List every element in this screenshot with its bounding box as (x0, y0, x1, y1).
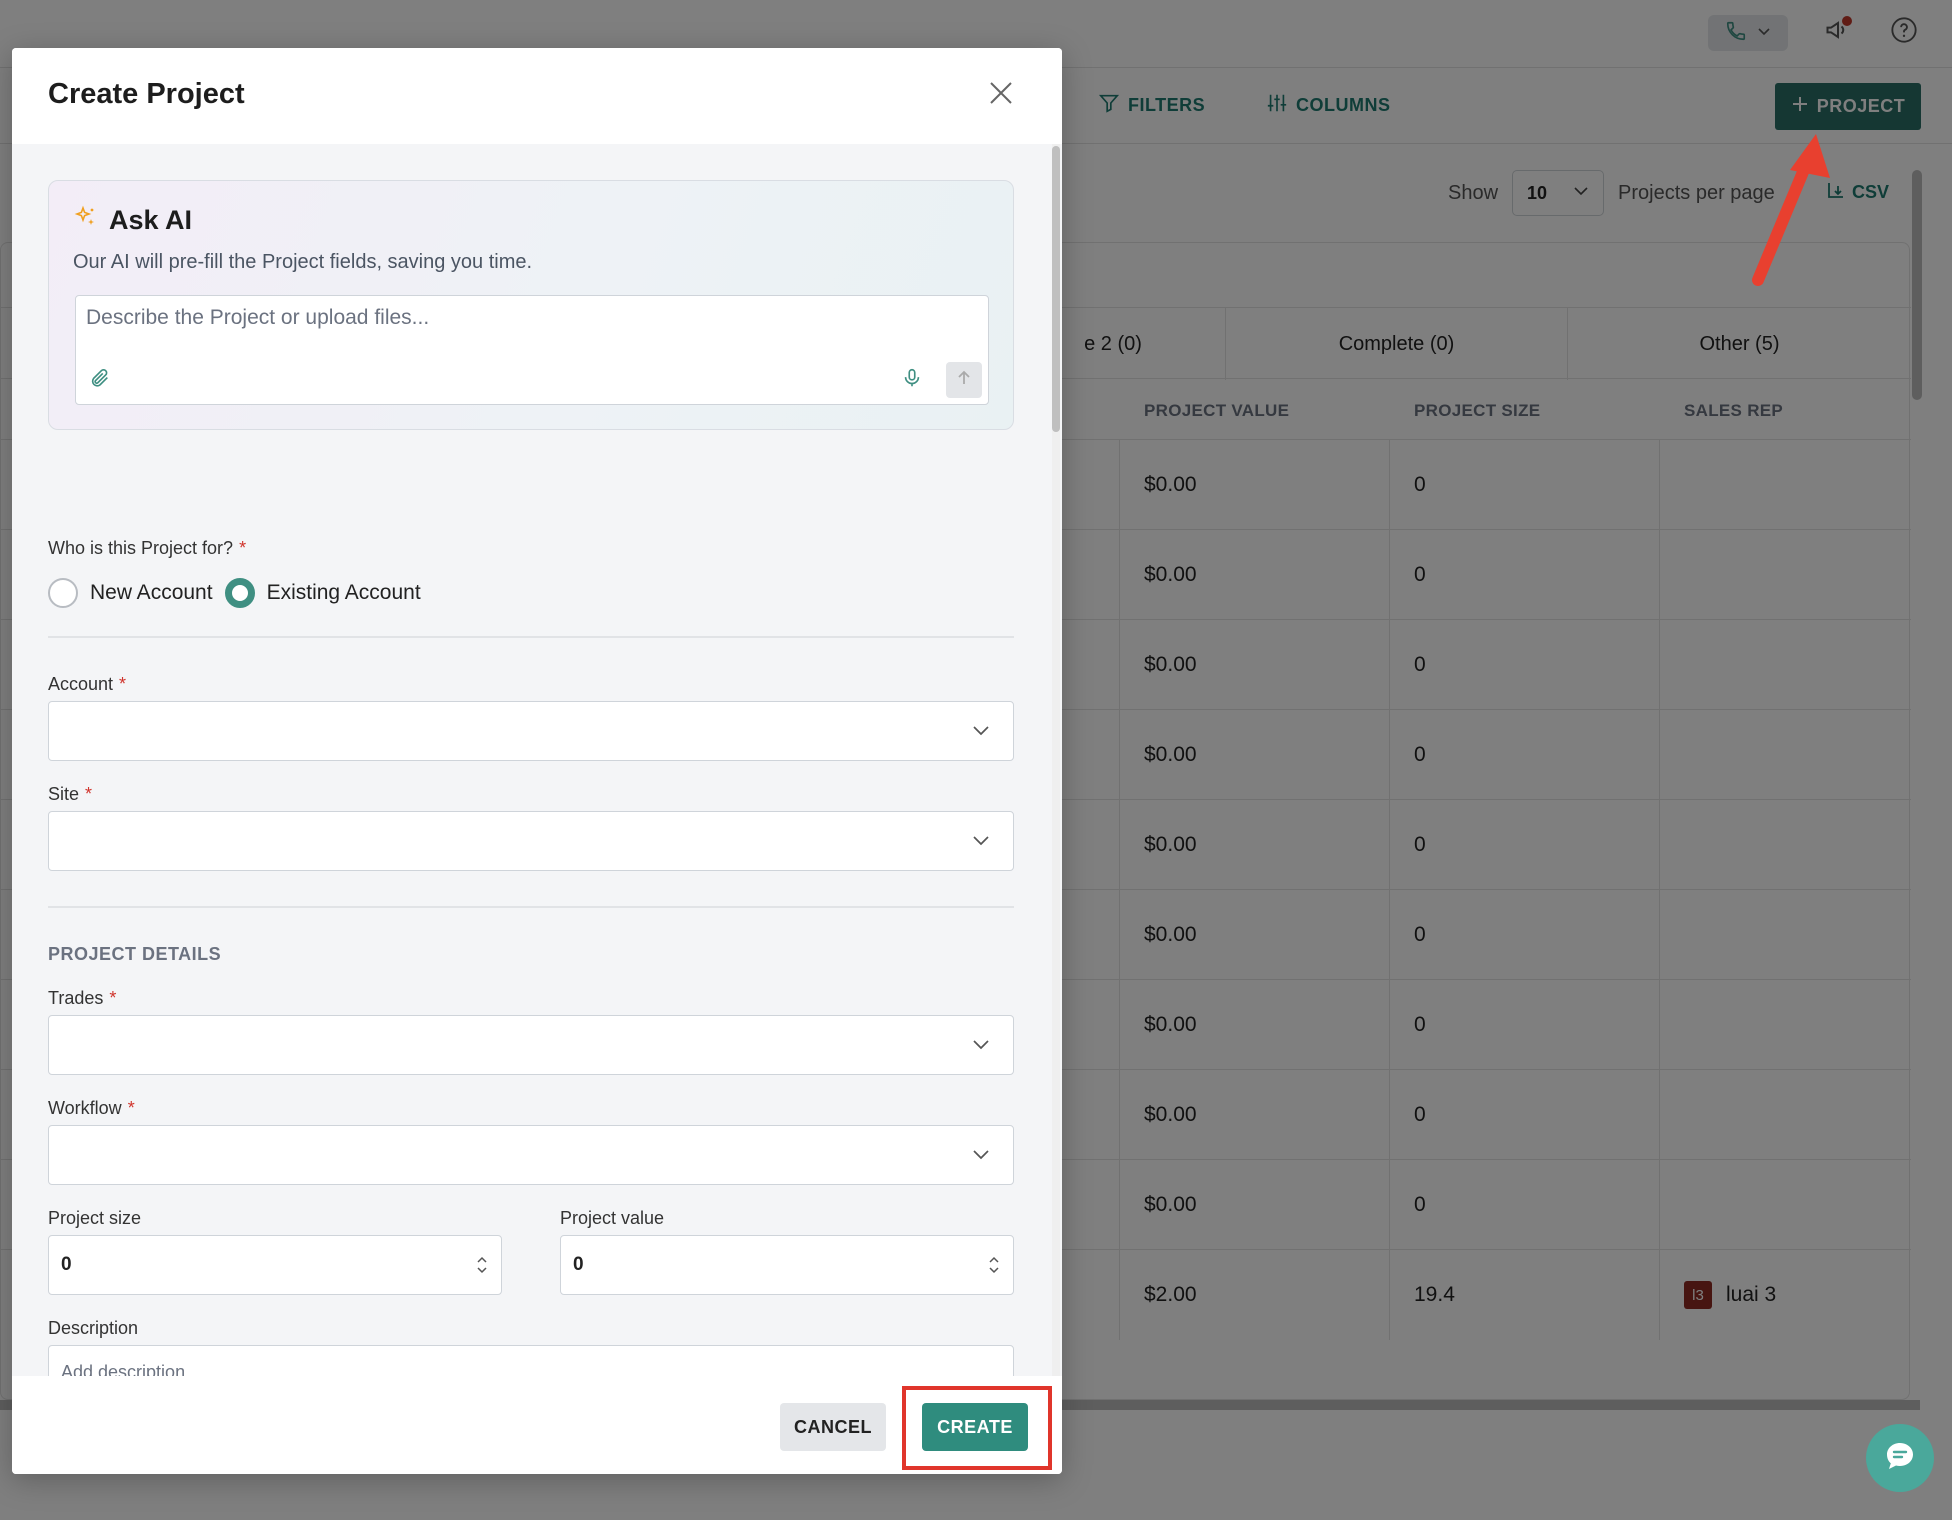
required-mark: * (109, 988, 117, 1008)
project-size-input-box (48, 1235, 502, 1295)
radio-new-account-label[interactable]: New Account (90, 581, 213, 605)
ask-ai-subtitle: Our AI will pre-fill the Project fields,… (73, 251, 533, 273)
divider (48, 906, 1014, 908)
voice-input-button[interactable] (898, 366, 926, 394)
radio-new-account[interactable] (48, 578, 78, 608)
modal-scrollbar-thumb[interactable] (1052, 146, 1060, 432)
workflow-label: Workflow * (48, 1098, 135, 1119)
project-value-input[interactable] (573, 1236, 953, 1294)
required-mark: * (85, 784, 93, 804)
arrow-up-icon (955, 369, 973, 391)
project-value-label: Project value (560, 1208, 665, 1228)
account-label-text: Account (48, 674, 114, 694)
description-label: Description (48, 1318, 139, 1338)
who-for-label: Who is this Project for? * (48, 538, 246, 559)
project-size-label: Project size (48, 1208, 142, 1228)
project-details-heading: PROJECT DETAILS (48, 944, 222, 964)
who-for-radio-group: New Account Existing Account (48, 578, 421, 608)
account-label: Account * (48, 674, 126, 695)
chevron-down-icon (971, 830, 991, 854)
ask-ai-card: Ask AI Our AI will pre-fill the Project … (48, 180, 1014, 430)
site-label: Site * (48, 784, 92, 805)
account-select[interactable] (48, 701, 1014, 761)
modal-body: Ask AI Our AI will pre-fill the Project … (12, 144, 1062, 1376)
annotation-arrow (1752, 134, 1830, 286)
required-mark: * (239, 538, 247, 558)
chat-icon (1883, 1439, 1917, 1477)
description-input[interactable] (61, 1362, 991, 1376)
radio-existing-account-label[interactable]: Existing Account (267, 581, 421, 605)
site-label-text: Site (48, 784, 80, 804)
attach-files-button[interactable] (86, 366, 114, 394)
chevron-down-icon (971, 1144, 991, 1168)
ask-ai-input-box (75, 295, 989, 405)
create-project-modal: Create Project Ask AI Our AI will pre-fi… (12, 48, 1062, 1474)
divider (48, 636, 1014, 638)
ask-ai-title-text: Ask AI (109, 205, 193, 235)
project-size-input[interactable] (61, 1236, 441, 1294)
chat-support-button[interactable] (1866, 1424, 1934, 1492)
trades-label: Trades * (48, 988, 116, 1009)
project-value-input-box (560, 1235, 1014, 1295)
required-mark: * (127, 1098, 135, 1118)
create-button[interactable]: CREATE (922, 1403, 1028, 1451)
who-for-label-text: Who is this Project for? (48, 538, 234, 558)
workflow-label-text: Workflow (48, 1098, 122, 1118)
stepper-icon[interactable] (475, 1254, 489, 1280)
paperclip-icon (89, 367, 111, 393)
sparkle-icon (73, 205, 97, 236)
send-ai-button[interactable] (946, 362, 982, 398)
chevron-down-icon (971, 720, 991, 744)
modal-header: Create Project (12, 48, 1062, 144)
close-icon (988, 80, 1014, 110)
ask-ai-title: Ask AI (73, 205, 192, 236)
trades-select[interactable] (48, 1015, 1014, 1075)
workflow-select[interactable] (48, 1125, 1014, 1185)
trades-label-text: Trades (48, 988, 104, 1008)
required-mark: * (119, 674, 127, 694)
ask-ai-input[interactable] (86, 306, 966, 346)
modal-title: Create Project (48, 78, 245, 110)
stepper-icon[interactable] (987, 1254, 1001, 1280)
description-box (48, 1345, 1014, 1376)
modal-footer: CANCEL CREATE (12, 1376, 1062, 1474)
close-modal-button[interactable] (986, 80, 1016, 110)
radio-existing-account[interactable] (224, 578, 255, 608)
microphone-icon (901, 367, 923, 393)
chevron-down-icon (971, 1034, 991, 1058)
site-select[interactable] (48, 811, 1014, 871)
cancel-button[interactable]: CANCEL (780, 1403, 886, 1451)
